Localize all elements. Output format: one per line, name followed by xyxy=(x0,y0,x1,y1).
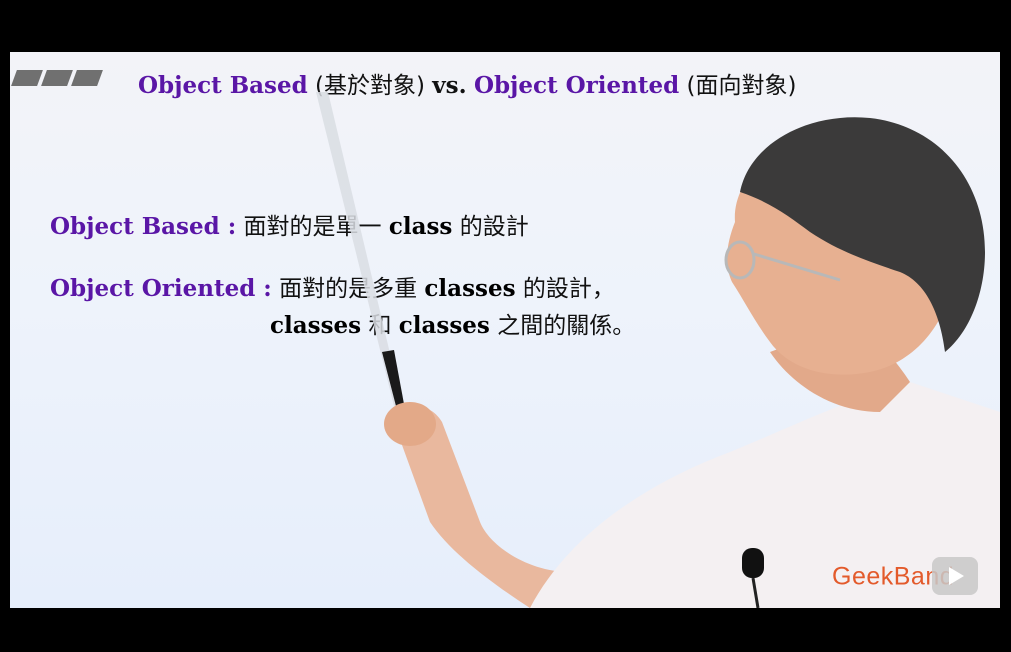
video-frame[interactable]: Object Based (基於對象) vs. Object Oriented … xyxy=(10,52,1000,608)
presenter-figure xyxy=(316,92,1000,608)
microphone-icon xyxy=(742,548,764,578)
presenter-hand xyxy=(384,402,436,446)
geekband-watermark: GeekBand xyxy=(832,557,978,597)
video-player[interactable]: Object Based (基於對象) vs. Object Oriented … xyxy=(0,0,1011,652)
play-icon[interactable] xyxy=(931,557,978,595)
